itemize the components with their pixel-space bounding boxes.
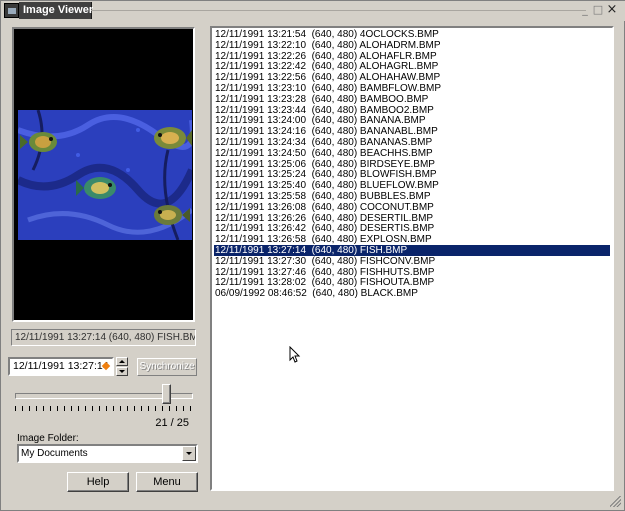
file-list-row[interactable]: 12/11/1991 13:26:42 (640, 480) DESERTIS.… [214, 223, 610, 234]
image-counter: 21 / 25 [155, 417, 189, 429]
title-tab: Image Viewer [19, 2, 94, 19]
file-list-row[interactable]: 12/11/1991 13:22:56 (640, 480) ALOHAHAW.… [214, 72, 610, 83]
file-list-row[interactable]: 12/11/1991 13:24:50 (640, 480) BEACHHS.B… [214, 148, 610, 159]
file-list-row[interactable]: 12/11/1991 13:24:00 (640, 480) BANANA.BM… [214, 115, 610, 126]
window-title: Image Viewer [23, 4, 94, 16]
resize-grip[interactable] [610, 496, 621, 507]
image-folder-select[interactable]: My Documents [17, 444, 198, 463]
file-list-row[interactable]: 12/11/1991 13:26:08 (640, 480) COCONUT.B… [214, 202, 610, 213]
preview-image [18, 110, 192, 240]
file-list-row[interactable]: 12/11/1991 13:24:34 (640, 480) BANANAS.B… [214, 137, 610, 148]
file-list-row[interactable]: 12/11/1991 13:25:58 (640, 480) BUBBLES.B… [214, 191, 610, 202]
file-list-row[interactable]: 12/11/1991 13:23:44 (640, 480) BAMBOO2.B… [214, 105, 610, 116]
mouse-cursor-icon [289, 346, 301, 363]
file-list-row[interactable]: 12/11/1991 13:28:02 (640, 480) FISHOUTA.… [214, 277, 610, 288]
file-list-row[interactable]: 12/11/1991 13:27:30 (640, 480) FISHCONV.… [214, 256, 610, 267]
image-viewer-window: Image Viewer _ □ × 12/11/1991 13:27:14 (… [0, 0, 625, 511]
minimize-button[interactable]: _ [579, 4, 591, 16]
datetime-field[interactable]: 12/11/1991 13:27:14 [8, 357, 114, 376]
chevron-down-icon[interactable] [182, 446, 196, 461]
file-list-row[interactable]: 12/11/1991 13:22:26 (640, 480) ALOHAFLR.… [214, 51, 610, 62]
file-list-row[interactable]: 12/11/1991 13:27:46 (640, 480) FISHHUTS.… [214, 267, 610, 278]
spin-down-button[interactable] [116, 367, 128, 376]
file-list-row[interactable]: 12/11/1991 13:24:16 (640, 480) BANANABL.… [214, 126, 610, 137]
title-bar[interactable]: Image Viewer _ □ × [1, 1, 625, 21]
synchronize-button[interactable]: Synchronize [137, 358, 197, 376]
app-icon[interactable] [4, 3, 19, 18]
help-button[interactable]: Help [67, 472, 129, 492]
slider-ticks [15, 406, 191, 411]
file-list-row[interactable]: 12/11/1991 13:21:54 (640, 480) 4OCLOCKS.… [214, 29, 610, 40]
close-button[interactable]: × [606, 3, 618, 16]
file-list-row[interactable]: 12/11/1991 13:22:42 (640, 480) ALOHAGRL.… [214, 61, 610, 72]
file-list-row[interactable]: 12/11/1991 13:23:10 (640, 480) BAMBFLOW.… [214, 83, 610, 94]
image-slider[interactable] [11, 382, 197, 414]
menu-button[interactable]: Menu [136, 472, 198, 492]
datetime-spinner[interactable] [116, 357, 128, 376]
file-list-row[interactable]: 12/11/1991 13:25:06 (640, 480) BIRDSEYE.… [214, 159, 610, 170]
file-list-row[interactable]: 06/09/1992 08:46:52 (640, 480) BLACK.BMP [214, 288, 610, 299]
file-list-row[interactable]: 12/11/1991 13:27:14 (640, 480) FISH.BMP [214, 245, 610, 256]
file-list-row[interactable]: 12/11/1991 13:26:26 (640, 480) DESERTIL.… [214, 213, 610, 224]
datetime-value: 12/11/1991 13:27:14 [13, 360, 109, 372]
file-list[interactable]: 12/11/1991 13:21:54 (640, 480) 4OCLOCKS.… [210, 26, 614, 491]
file-list-row[interactable]: 12/11/1991 13:22:10 (640, 480) ALOHADRM.… [214, 40, 610, 51]
file-list-row[interactable]: 12/11/1991 13:25:40 (640, 480) BLUEFLOW.… [214, 180, 610, 191]
image-folder-label: Image Folder: [17, 433, 79, 444]
file-list-row[interactable]: 12/11/1991 13:26:58 (640, 480) EXPLOSN.B… [214, 234, 610, 245]
image-folder-value: My Documents [21, 448, 88, 459]
selected-file-status: 12/11/1991 13:27:14 (640, 480) FISH.BMP [11, 329, 196, 346]
slider-thumb[interactable] [162, 384, 171, 404]
file-list-row[interactable]: 12/11/1991 13:25:24 (640, 480) BLOWFISH.… [214, 169, 610, 180]
maximize-button[interactable]: □ [592, 4, 604, 16]
file-list-row[interactable]: 12/11/1991 13:23:28 (640, 480) BAMBOO.BM… [214, 94, 610, 105]
spin-up-button[interactable] [116, 357, 128, 366]
image-preview-pane [12, 27, 195, 322]
title-bar-rule [91, 10, 586, 11]
